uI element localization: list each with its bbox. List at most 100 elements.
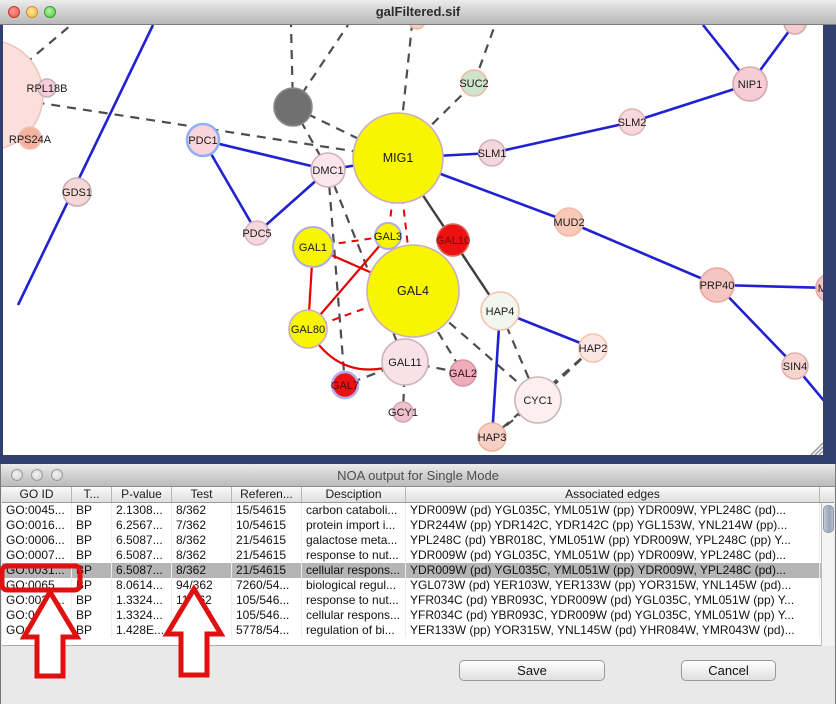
network-graph: RPL18BRPS24AGDS1PDC1DMC1MIG1SUC2SLM1SLM2… [3,25,823,455]
cell-go_id: GO:0016... [2,518,72,533]
node-label: GAL11 [388,357,421,369]
cell-go_id: GO:0065... [2,578,72,593]
node-label: GCY1 [388,407,418,419]
cell-edges: YDR009W (pd) YGL035C, YML051W (pp) YDR00… [406,548,820,563]
cancel-button[interactable]: Cancel [681,660,776,681]
network-edge[interactable] [632,84,750,122]
table-row[interactable]: GO:0031...BP1.3324...11/362105/546...cel… [2,608,821,623]
cell-p_value: 1.3324... [112,593,172,608]
cell-edges: YGL073W (pd) YER103W, YER133W (pp) YOR31… [406,578,820,593]
network-edge[interactable] [18,25,153,305]
cell-reference: 21/54615 [232,548,302,563]
cell-description: galactose meta... [302,533,406,548]
node-label: PDC5 [242,228,271,240]
main-window-title: galFiltered.sif [0,4,836,19]
noa-titlebar: NOA output for Single Mode [1,464,835,487]
cell-type: BP [72,608,112,623]
cell-test: 8/362 [172,503,232,518]
network-edge[interactable] [492,122,632,153]
cell-go_id: GO:0006... [2,533,72,548]
table-row[interactable]: GO:0045...BP2.1308...8/36215/54615carbon… [2,503,821,518]
cell-edges: YPL248C (pd) YBR018C, YML051W (pp) YDR00… [406,533,820,548]
cell-description: biological regul... [302,578,406,593]
network-canvas[interactable]: RPL18BRPS24AGDS1PDC1DMC1MIG1SUC2SLM1SLM2… [3,25,823,455]
cell-p_value: 6.5087... [112,548,172,563]
cell-description: protein import i... [302,518,406,533]
table-row[interactable]: GO:0031...BP6.5087...8/36221/54615cellul… [2,563,821,578]
cell-p_value: 8.0614... [112,578,172,593]
cell-edges: YDR244W (pp) YDR142C, YDR142C (pp) YGL15… [406,518,820,533]
node-label: RPL18B [27,83,68,95]
cell-type: BP [72,548,112,563]
cell-reference: 21/54615 [232,563,302,578]
table-row[interactable]: GO:0031...BP1.3324...11/362105/546...res… [2,593,821,608]
save-button[interactable]: Save [459,660,605,681]
node-label: PDC1 [188,135,217,147]
cell-reference: 15/54615 [232,503,302,518]
table-row[interactable]: GO:0050...BP1.428E...80/3625778/54...reg… [2,623,821,638]
cell-reference: 21/54615 [232,533,302,548]
node-label: HAP2 [579,343,608,355]
node-label: HAP4 [486,306,515,318]
node-label: HAP3 [478,432,507,444]
node-label: SUC2 [459,78,488,90]
column-header-referen-[interactable]: Referen... [232,487,302,502]
cell-go_id: GO:0031... [2,593,72,608]
cell-edges: YDR009W (pd) YGL035C, YML051W (pp) YDR00… [406,503,820,518]
column-header-p-value[interactable]: P-value [112,487,172,502]
scrollbar-thumb[interactable] [823,505,834,533]
cell-type: BP [72,563,112,578]
column-header-test[interactable]: Test [172,487,232,502]
cell-go_id: GO:0031... [2,608,72,623]
node-label: GDS1 [62,187,92,199]
node-label: GAL3 [374,231,402,243]
node-label: MIG1 [383,151,414,165]
table-row[interactable]: GO:0065...BP8.0614...94/3627260/54...bio… [2,578,821,593]
cell-p_value: 2.1308... [112,503,172,518]
table-row[interactable]: GO:0016...BP6.2567...7/36210/54615protei… [2,518,821,533]
node-label: GAL7 [331,380,359,392]
cell-p_value: 6.5087... [112,563,172,578]
node-label: GAL2 [449,368,477,380]
node-label: MUD2 [553,217,584,229]
cell-test: 8/362 [172,563,232,578]
node-label: GAL4 [397,284,429,298]
node-label: MSN [818,283,823,295]
cell-reference: 5778/54... [232,623,302,638]
column-header-associated-edges[interactable]: Associated edges [406,487,820,502]
noa-window-title: NOA output for Single Mode [1,468,835,483]
cell-type: BP [72,503,112,518]
node-label: SLM1 [478,148,507,160]
node-label: RPS24A [9,134,52,146]
cell-edges: YDR009W (pd) YGL035C, YML051W (pp) YDR00… [406,563,820,578]
node-label: GAL1 [299,242,327,254]
cell-go_id: GO:0031... [2,563,72,578]
cell-type: BP [72,623,112,638]
cell-test: 11/362 [172,593,232,608]
cell-test: 8/362 [172,548,232,563]
cell-type: BP [72,518,112,533]
cell-test: 11/362 [172,608,232,623]
cell-test: 94/362 [172,578,232,593]
node-label: CYC1 [523,395,552,407]
cell-go_id: GO:0045... [2,503,72,518]
node-label: SLM2 [618,117,647,129]
cell-reference: 7260/54... [232,578,302,593]
column-header-t-[interactable]: T... [72,487,112,502]
cell-description: cellular respons... [302,608,406,623]
column-header-desciption[interactable]: Desciption [302,487,406,502]
column-header-go-id[interactable]: GO ID [2,487,72,502]
cell-edges: YFR034C (pd) YBR093C, YDR009W (pd) YGL03… [406,593,820,608]
cell-p_value: 1.3324... [112,608,172,623]
cell-p_value: 1.428E... [112,623,172,638]
resize-grip-icon[interactable] [811,443,823,455]
cell-description: carbon cataboli... [302,503,406,518]
vertical-scrollbar[interactable] [821,503,834,646]
cell-reference: 10/54615 [232,518,302,533]
network-edge[interactable] [328,170,345,385]
node-darknode[interactable] [274,88,312,126]
main-window-titlebar: galFiltered.sif [0,0,836,25]
network-edge[interactable] [569,222,717,285]
table-row[interactable]: GO:0007...BP6.5087...8/36221/54615respon… [2,548,821,563]
table-row[interactable]: GO:0006...BP6.5087...8/36221/54615galact… [2,533,821,548]
